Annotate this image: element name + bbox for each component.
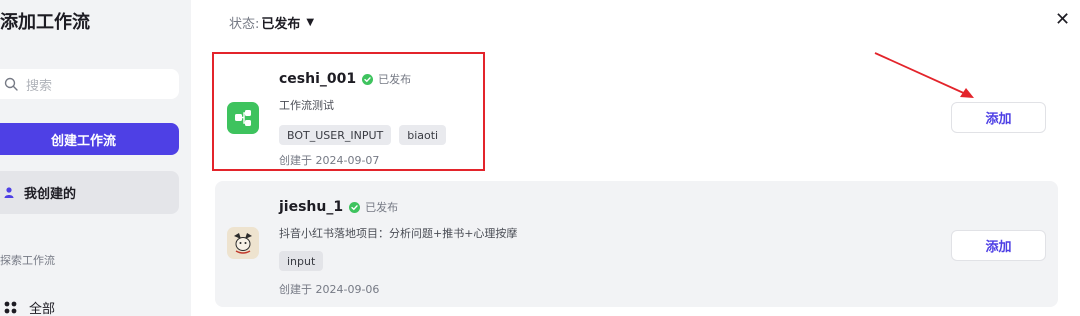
sidebar-item-label: 我创建的 <box>24 187 77 202</box>
create-workflow-button[interactable]: 创建工作流 <box>0 123 179 155</box>
sidebar-item-label: 全部 <box>29 302 56 316</box>
status-filter-label: 状态: <box>229 17 260 32</box>
workflow-name-row: jieshu_1 已发布 <box>279 199 398 215</box>
close-icon[interactable]: ✕ <box>1055 9 1070 30</box>
tag-list: input <box>279 251 324 271</box>
grid-icon <box>4 301 17 314</box>
created-date: 创建于 2024-09-06 <box>279 283 380 296</box>
add-workflow-dialog: 添加工作流 搜索 创建工作流 我创建的 探索工作流 全部 状态: 已发布 ▼ ✕… <box>0 0 1080 316</box>
sidebar-item-mine[interactable]: 我创建的 <box>0 171 179 214</box>
caret-down-icon: ▼ <box>306 17 315 28</box>
workflow-description: 抖音小红书落地项目：分析问题+推书+心理按摩 <box>279 227 518 240</box>
sidebar: 添加工作流 搜索 创建工作流 我创建的 探索工作流 全部 <box>0 0 191 316</box>
search-placeholder: 搜索 <box>26 78 53 94</box>
search-input[interactable]: 搜索 <box>0 69 179 99</box>
search-icon <box>4 77 18 91</box>
annotation-arrow-icon <box>874 52 974 98</box>
annotation-highlight-box <box>212 52 485 171</box>
status-text: 已发布 <box>365 201 399 214</box>
status-badge: 已发布 <box>349 199 398 215</box>
add-button[interactable]: 添加 <box>951 102 1046 133</box>
check-circle-icon <box>349 201 361 213</box>
status-filter[interactable]: 状态: 已发布 ▼ <box>229 13 314 32</box>
cartoon-avatar-icon <box>227 227 259 259</box>
user-icon <box>4 187 14 198</box>
tag: input <box>279 251 324 271</box>
workflow-card[interactable]: jieshu_1 已发布 抖音小红书落地项目：分析问题+推书+心理按摩 inpu… <box>215 181 1058 307</box>
add-button[interactable]: 添加 <box>951 230 1046 261</box>
workflow-name: jieshu_1 <box>279 199 344 215</box>
sidebar-item-all[interactable]: 全部 <box>4 298 55 316</box>
dialog-title: 添加工作流 <box>0 12 90 33</box>
status-filter-value: 已发布 <box>261 17 301 32</box>
section-heading-explore: 探索工作流 <box>0 254 55 267</box>
